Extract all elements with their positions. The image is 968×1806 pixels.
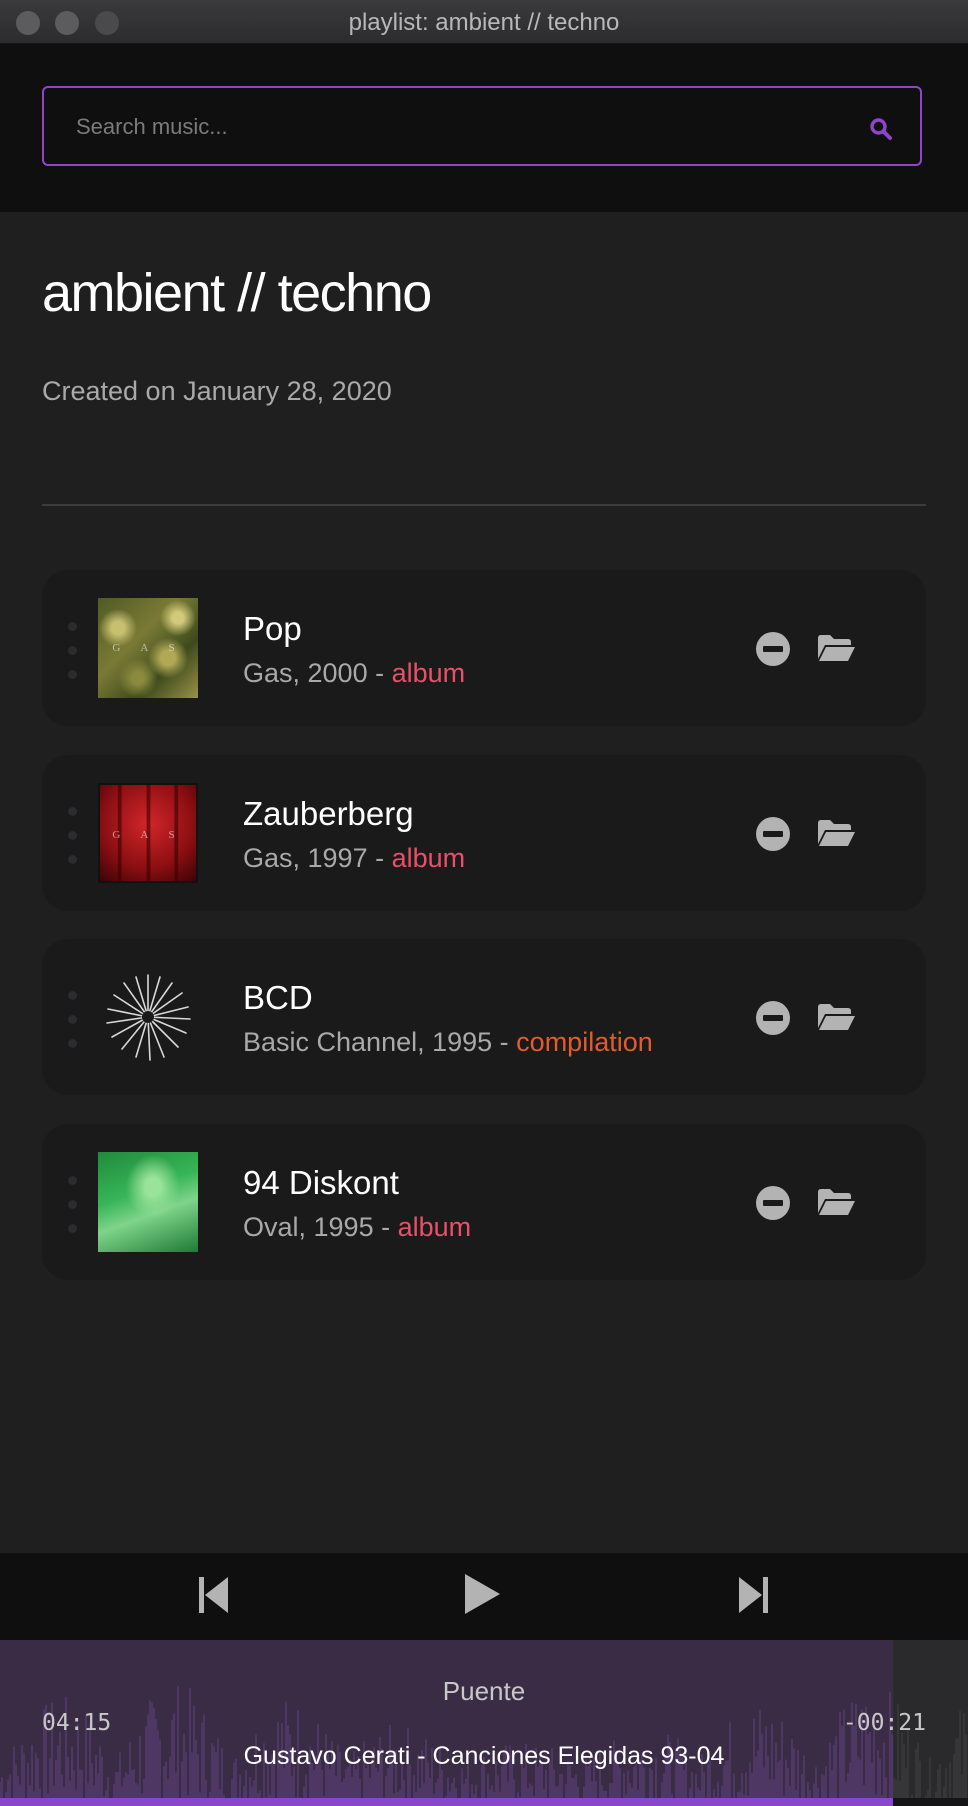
progress-bar[interactable] bbox=[0, 1798, 968, 1806]
now-playing-bar[interactable]: Puente 04:15 -00:21 Gustavo Cerati - Can… bbox=[0, 1640, 968, 1806]
waveform[interactable] bbox=[0, 1640, 968, 1806]
drag-handle-icon[interactable] bbox=[68, 1176, 78, 1233]
item-type: album bbox=[391, 658, 466, 688]
elapsed-time: 04:15 bbox=[42, 1710, 112, 1736]
album-cover bbox=[98, 967, 198, 1067]
play-icon[interactable] bbox=[462, 1571, 502, 1617]
playlist-created-date: Created on January 28, 2020 bbox=[42, 376, 392, 406]
window-title: playlist: ambient // techno bbox=[348, 9, 620, 36]
drag-handle-icon[interactable] bbox=[68, 622, 78, 679]
playlist-item[interactable]: G A S Pop Gas, 2000 - album bbox=[42, 570, 926, 726]
drag-handle-icon[interactable] bbox=[68, 807, 78, 864]
playback-controls bbox=[0, 1553, 968, 1640]
item-meta: Oval, 1995 - album bbox=[243, 1212, 472, 1242]
folder-open-icon[interactable] bbox=[816, 1001, 856, 1033]
skip-next-icon[interactable] bbox=[736, 1574, 770, 1616]
drag-handle-icon[interactable] bbox=[68, 991, 78, 1048]
search-bar bbox=[0, 44, 968, 212]
folder-open-icon[interactable] bbox=[816, 1186, 856, 1218]
item-type: album bbox=[397, 1212, 472, 1242]
playlist-item[interactable]: BCD Basic Channel, 1995 - compilation bbox=[42, 939, 926, 1095]
playlist-item[interactable]: 94 Diskont Oval, 1995 - album bbox=[42, 1124, 926, 1280]
track-artist-album: Gustavo Cerati - Canciones Elegidas 93-0… bbox=[243, 1742, 725, 1770]
playlist-title: ambient // techno bbox=[42, 263, 432, 323]
album-cover: G A S bbox=[98, 783, 198, 883]
item-type: album bbox=[391, 843, 466, 873]
item-name: BCD bbox=[243, 979, 313, 1016]
item-meta: Basic Channel, 1995 - compilation bbox=[243, 1027, 653, 1057]
album-cover bbox=[98, 1152, 198, 1252]
minus-circle-icon[interactable] bbox=[755, 1000, 791, 1036]
minus-circle-icon[interactable] bbox=[755, 816, 791, 852]
divider bbox=[42, 504, 926, 506]
search-box[interactable] bbox=[42, 86, 922, 166]
search-icon[interactable] bbox=[868, 116, 894, 142]
item-meta: Gas, 2000 - album bbox=[243, 658, 466, 688]
folder-open-icon[interactable] bbox=[816, 817, 856, 849]
minus-circle-icon[interactable] bbox=[755, 631, 791, 667]
skip-previous-icon[interactable] bbox=[197, 1574, 231, 1616]
minus-circle-icon[interactable] bbox=[755, 1185, 791, 1221]
remaining-time: -00:21 bbox=[842, 1710, 926, 1736]
item-name: Zauberberg bbox=[243, 795, 414, 832]
item-type: compilation bbox=[516, 1027, 653, 1057]
playlist-item[interactable]: G A S Zauberberg Gas, 1997 - album bbox=[42, 755, 926, 911]
folder-open-icon[interactable] bbox=[816, 632, 856, 664]
progress-fill bbox=[0, 1798, 894, 1806]
item-name: 94 Diskont bbox=[243, 1164, 399, 1201]
window-titlebar: playlist: ambient // techno bbox=[0, 0, 968, 44]
track-title: Puente bbox=[442, 1676, 526, 1706]
album-cover: G A S bbox=[98, 598, 198, 698]
item-meta: Gas, 1997 - album bbox=[243, 843, 466, 873]
search-input[interactable] bbox=[74, 88, 858, 166]
item-name: Pop bbox=[243, 610, 302, 647]
